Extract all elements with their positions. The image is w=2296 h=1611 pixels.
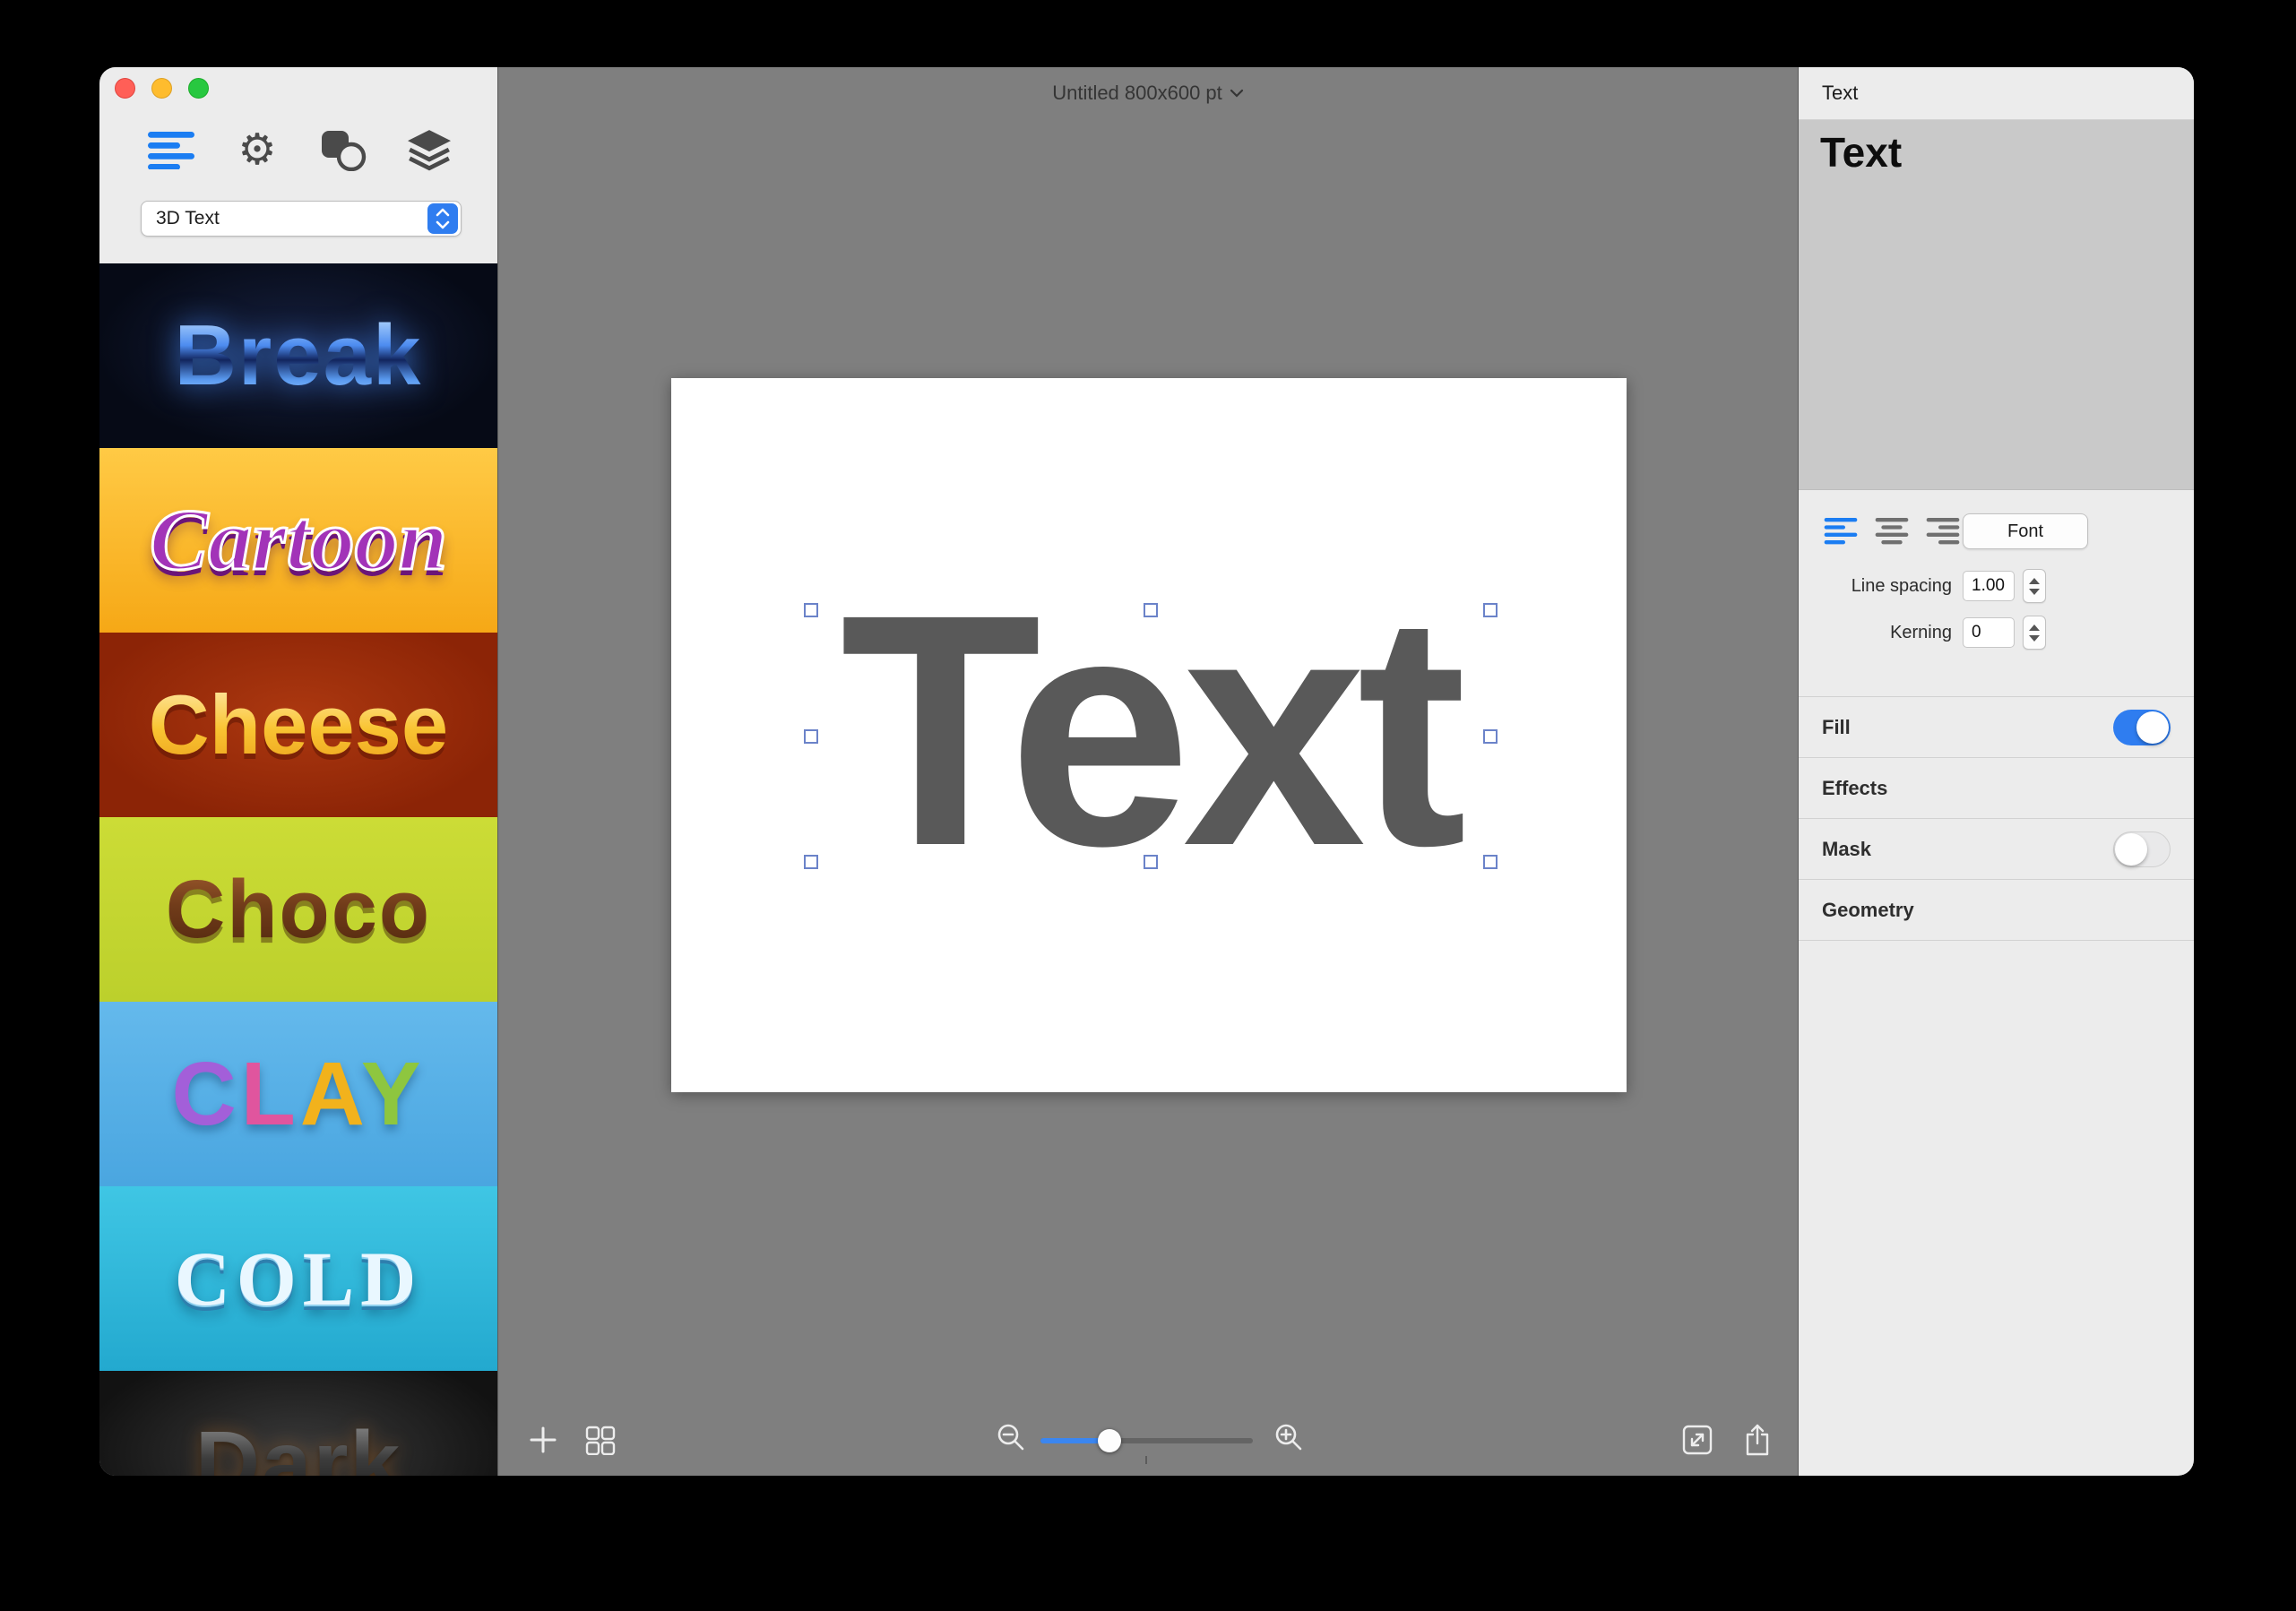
font-button[interactable]: Font [1963, 513, 2088, 549]
style-tile-cheese[interactable]: Cheese [99, 633, 497, 817]
pages-icon [584, 1425, 617, 1455]
add-icon [528, 1425, 558, 1455]
close-window-button[interactable] [115, 78, 135, 99]
styles-sidebar: ⚙ 3D Text Break Cartoon Cheese Choco CLA… [99, 67, 497, 1476]
line-spacing-input[interactable]: 1.00 [1963, 571, 2015, 601]
shapes-tab[interactable] [315, 125, 372, 175]
layers-icon [405, 128, 453, 171]
style-tile-cold[interactable]: COLD [99, 1186, 497, 1371]
style-tile-choco[interactable]: Choco [99, 817, 497, 1002]
align-right-button[interactable] [1924, 516, 1962, 547]
selection-handle-bottom-right[interactable] [1483, 855, 1498, 869]
inspector-panel-title: Text [1799, 67, 2194, 120]
selection-handle-top-right[interactable] [1483, 603, 1498, 617]
share-button[interactable] [1738, 1420, 1777, 1460]
text-content-editor[interactable]: Text [1799, 120, 2194, 490]
style-tile-label: CLAY [171, 1044, 426, 1144]
toggle-knob [2115, 832, 2147, 866]
traffic-lights [115, 78, 209, 99]
styles-list-icon [148, 130, 194, 169]
section-fill[interactable]: Fill [1799, 697, 2194, 758]
section-geometry[interactable]: Geometry [1799, 880, 2194, 941]
kerning-label: Kerning [1890, 622, 1952, 642]
document-title[interactable]: Untitled 800x600 pt [498, 82, 1798, 105]
selection-handle-middle-left[interactable] [804, 728, 818, 744]
text-content-value: Text [1820, 129, 1903, 176]
inspector-panel: Text Text Font Line spacing 1.00 Kerning… [1799, 67, 2194, 1476]
section-label: Mask [1822, 837, 1872, 860]
style-tile-cartoon[interactable]: Cartoon [99, 448, 497, 633]
pages-button[interactable] [581, 1420, 620, 1460]
shapes-icon [319, 128, 367, 171]
layers-tab[interactable] [401, 125, 458, 175]
style-tile-dark[interactable]: Dark [99, 1371, 497, 1476]
settings-tab[interactable]: ⚙ [229, 125, 286, 175]
align-center-icon [1875, 518, 1909, 545]
align-center-button[interactable] [1873, 516, 1911, 547]
style-tile-label: Choco [165, 864, 432, 955]
zoom-out-icon [996, 1422, 1028, 1454]
chevron-down-icon [1230, 89, 1244, 98]
selection-handle-bottom-middle[interactable] [1144, 855, 1158, 869]
sidebar-toolbar: ⚙ [142, 123, 458, 177]
inspector-sections: Fill Effects Mask Geometry [1799, 696, 2194, 941]
stepper-up-icon [2029, 624, 2040, 631]
stepper-down-icon [2029, 588, 2040, 595]
line-spacing-stepper[interactable] [2023, 569, 2046, 603]
style-tile-label: Cheese [148, 677, 449, 771]
add-object-button[interactable] [523, 1420, 563, 1460]
zoom-out-button[interactable] [992, 1418, 1031, 1458]
style-tile-break[interactable]: Break [99, 263, 497, 448]
kerning-row: Kerning 0 [1799, 614, 2194, 651]
gear-icon: ⚙ [237, 125, 277, 175]
document-title-text: Untitled 800x600 pt [1052, 82, 1222, 104]
style-tile-label: Break [174, 307, 423, 403]
kerning-stepper[interactable] [2023, 616, 2046, 650]
section-effects[interactable]: Effects [1799, 758, 2194, 819]
app-window: ⚙ 3D Text Break Cartoon Cheese Choco CLA… [99, 67, 2194, 1476]
section-mask[interactable]: Mask [1799, 819, 2194, 880]
mask-toggle[interactable] [2113, 831, 2171, 867]
line-spacing-label: Line spacing [1851, 575, 1952, 596]
style-tile-label: Cartoon [148, 492, 448, 589]
stepper-down-icon [2029, 634, 2040, 642]
style-category-dropdown[interactable]: 3D Text [141, 201, 462, 237]
zoom-window-button[interactable] [188, 78, 209, 99]
zoom-in-icon [1273, 1422, 1306, 1454]
toggle-knob [2136, 711, 2169, 744]
stepper-up-icon [2029, 577, 2040, 584]
fill-toggle[interactable] [2113, 709, 2171, 745]
align-right-icon [1926, 518, 1960, 545]
styles-list: Break Cartoon Cheese Choco CLAY COLD Dark [99, 263, 497, 1476]
section-label: Geometry [1822, 898, 1914, 921]
zoom-in-button[interactable] [1270, 1418, 1309, 1458]
selection-handle-top-middle[interactable] [1144, 603, 1158, 617]
selection-handle-middle-right[interactable] [1483, 728, 1498, 744]
section-label: Fill [1822, 715, 1851, 738]
selection-handle-top-left[interactable] [804, 603, 818, 617]
style-tile-clay[interactable]: CLAY [99, 1002, 497, 1186]
line-spacing-row: Line spacing 1.00 [1799, 567, 2194, 605]
zoom-slider[interactable] [1040, 1429, 1253, 1464]
zoom-slider-thumb[interactable] [1098, 1429, 1121, 1452]
align-left-icon [1824, 518, 1858, 545]
zoom-slider-tick [1145, 1456, 1147, 1464]
style-category-value: 3D Text [156, 208, 220, 228]
minimize-window-button[interactable] [151, 78, 172, 99]
share-icon [1743, 1423, 1772, 1457]
styles-list-tab[interactable] [142, 125, 200, 175]
canvas-area: Untitled 800x600 pt Text [497, 67, 1799, 1476]
align-left-button[interactable] [1822, 516, 1860, 547]
style-tile-label: COLD [174, 1236, 423, 1322]
section-label: Effects [1822, 776, 1888, 799]
style-tile-label: Dark [195, 1418, 401, 1476]
kerning-input[interactable]: 0 [1963, 617, 2015, 648]
selection-handle-bottom-left[interactable] [804, 855, 818, 869]
scale-document-icon [1681, 1424, 1713, 1456]
dropdown-updown-icon [427, 203, 458, 234]
scale-document-button[interactable] [1678, 1420, 1717, 1460]
alignment-row: Font [1799, 512, 2194, 551]
